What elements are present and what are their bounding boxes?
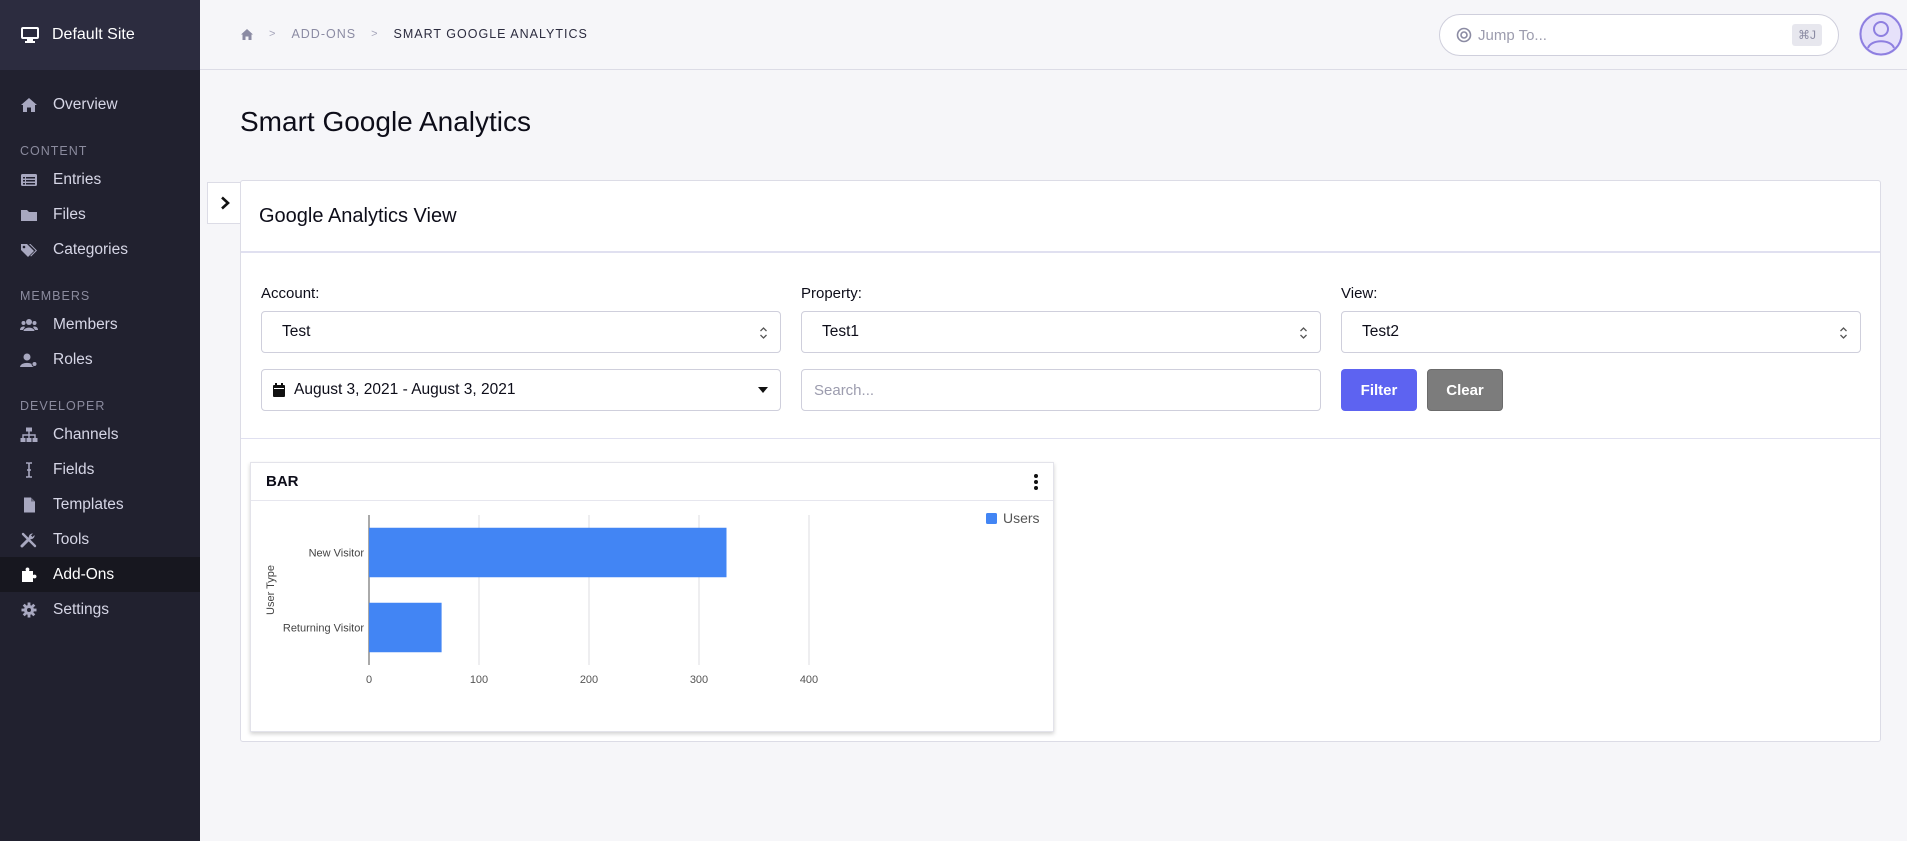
- sidebar-nav: Overview CONTENT Entries Files Categories MEM…: [0, 70, 200, 627]
- sidebar-item-fields[interactable]: Fields: [0, 452, 200, 487]
- filter-button[interactable]: Filter: [1341, 369, 1417, 411]
- breadcrumb-current: SMART GOOGLE ANALYTICS: [393, 27, 588, 41]
- sidebar-toggle-button[interactable]: [207, 182, 241, 224]
- list-icon: [20, 172, 38, 188]
- target-icon: [1456, 27, 1472, 43]
- nav-section-heading: CONTENT: [20, 144, 88, 158]
- jump-to-input[interactable]: [1478, 26, 1778, 44]
- category-label: Returning Visitor: [283, 623, 364, 635]
- page-title: Smart Google Analytics: [240, 106, 532, 137]
- view-value: Test2: [1362, 323, 1400, 340]
- text-cursor-icon: [20, 461, 38, 478]
- view-label: View:: [1341, 285, 1378, 302]
- sidebar-item-label: Fields: [53, 460, 95, 478]
- sidebar-item-categories[interactable]: Categories: [0, 232, 200, 267]
- bar: [369, 602, 442, 653]
- desktop-icon: [21, 27, 39, 43]
- sidebar-item-label: Roles: [53, 350, 93, 368]
- sitemap-icon: [20, 427, 38, 443]
- sidebar-item-label: Add-Ons: [53, 565, 115, 583]
- date-range-value: August 3, 2021 - August 3, 2021: [294, 381, 516, 398]
- topbar: > ADD-ONS > SMART GOOGLE ANALYTICS ⌘J: [200, 0, 1907, 70]
- date-range-picker[interactable]: August 3, 2021 - August 3, 2021: [261, 369, 781, 411]
- nav-section-heading: MEMBERS: [20, 289, 91, 303]
- sidebar-item-tools[interactable]: Tools: [0, 522, 200, 557]
- sidebar-item-label: Templates: [53, 495, 124, 513]
- tools-icon: [20, 532, 38, 548]
- y-axis-label: User Type: [265, 565, 277, 615]
- property-select[interactable]: Test1: [801, 311, 1321, 353]
- select-arrows-icon: [1299, 325, 1308, 341]
- home-icon[interactable]: [240, 28, 254, 41]
- jump-to-search[interactable]: ⌘J: [1439, 14, 1839, 56]
- breadcrumb-separator: >: [269, 28, 277, 40]
- panel-title: Google Analytics View: [241, 181, 1880, 253]
- sidebar-item-entries[interactable]: Entries: [0, 162, 200, 197]
- select-arrows-icon: [759, 325, 768, 341]
- sidebar-item-label: Categories: [53, 240, 128, 258]
- breadcrumb-addons[interactable]: ADD-ONS: [291, 27, 356, 41]
- bar-chart-card: BAR 0 100 200 300 400 New Visitor Returning Vi…: [250, 462, 1054, 732]
- avatar[interactable]: [1859, 12, 1903, 56]
- sidebar-item-label: Tools: [53, 530, 90, 548]
- account-label: Account:: [261, 285, 320, 302]
- sidebar-item-files[interactable]: Files: [0, 197, 200, 232]
- sidebar-item-members[interactable]: Members: [0, 307, 200, 342]
- sidebar-item-roles[interactable]: Roles: [0, 342, 200, 377]
- x-tick-label: 100: [470, 674, 488, 686]
- sidebar-item-label: Overview: [53, 95, 118, 113]
- file-icon: [20, 497, 38, 513]
- sidebar-item-templates[interactable]: Templates: [0, 487, 200, 522]
- caret-down-icon: [758, 386, 768, 394]
- sidebar: Default Site Overview CONTENT Entries Files…: [0, 0, 200, 841]
- site-switcher[interactable]: Default Site: [0, 0, 200, 70]
- puzzle-icon: [20, 567, 38, 583]
- sidebar-item-channels[interactable]: Channels: [0, 417, 200, 452]
- bar: [369, 527, 727, 578]
- account-value: Test: [282, 323, 311, 340]
- nav-section-heading: DEVELOPER: [20, 399, 106, 413]
- sidebar-item-label: Files: [53, 205, 86, 223]
- site-name: Default Site: [52, 26, 135, 43]
- analytics-panel: Google Analytics View Account: Test Prop…: [240, 180, 1881, 742]
- tags-icon: [20, 242, 38, 258]
- select-arrows-icon: [1839, 325, 1848, 341]
- more-vertical-icon[interactable]: [1033, 473, 1039, 491]
- sidebar-item-label: Members: [53, 315, 118, 333]
- folder-icon: [20, 207, 38, 223]
- account-select[interactable]: Test: [261, 311, 781, 353]
- sidebar-item-label: Entries: [53, 170, 102, 188]
- x-tick-label: 200: [580, 674, 598, 686]
- breadcrumb: > ADD-ONS > SMART GOOGLE ANALYTICS: [240, 27, 588, 41]
- home-icon: [20, 97, 38, 113]
- sidebar-item-label: Channels: [53, 425, 119, 443]
- divider: [241, 438, 1880, 439]
- user-role-icon: [20, 352, 38, 368]
- gear-icon: [20, 602, 38, 618]
- search-input[interactable]: [801, 369, 1321, 411]
- view-select[interactable]: Test2: [1341, 311, 1861, 353]
- calendar-icon: [272, 382, 286, 398]
- shortcut-badge: ⌘J: [1792, 24, 1822, 46]
- breadcrumb-separator: >: [371, 28, 379, 40]
- users-icon: [20, 317, 38, 333]
- bar-chart: 0 100 200 300 400 New Visitor Returning Visito…: [265, 510, 1040, 686]
- legend-swatch: [986, 513, 997, 524]
- x-tick-label: 0: [366, 674, 372, 686]
- x-tick-label: 400: [800, 674, 818, 686]
- legend-label: Users: [1003, 510, 1040, 526]
- property-label: Property:: [801, 285, 862, 302]
- chart-title: BAR: [251, 463, 1053, 501]
- sidebar-item-add-ons[interactable]: Add-Ons: [0, 557, 200, 592]
- sidebar-item-label: Settings: [53, 600, 110, 618]
- category-label: New Visitor: [309, 548, 365, 560]
- property-value: Test1: [822, 323, 860, 340]
- sidebar-item-settings[interactable]: Settings: [0, 592, 200, 627]
- x-tick-label: 300: [690, 674, 708, 686]
- sidebar-item-overview[interactable]: Overview: [0, 87, 200, 122]
- clear-button[interactable]: Clear: [1427, 369, 1503, 411]
- chevron-right-icon: [220, 196, 230, 210]
